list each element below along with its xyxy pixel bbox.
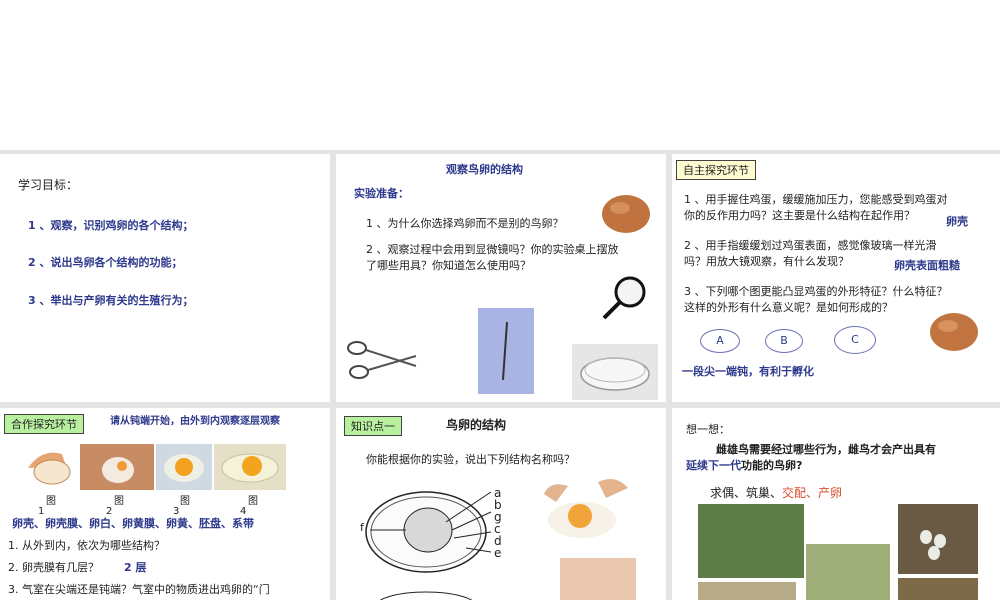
prep-label: 实验准备： — [354, 187, 409, 200]
scissors-image — [347, 341, 417, 379]
slide-observe-egg[interactable]: 观察鸟卵的结构 实验准备： 1 、为什么你选择鸡卵而不是别的鸟卵？ 2 、观察过… — [336, 154, 666, 402]
slide-cooperative-explore[interactable]: 合作探究环节 请从钝端开始，由外到内观察逐层观察 图 图 图 图 1 2 3 4… — [0, 408, 330, 600]
question-2-line2: 吗？用放大镜观察，有什么发现？ — [684, 255, 849, 268]
question-line1: 雌雄鸟需要经过哪些行为，雌鸟才会产出具有 — [716, 443, 936, 456]
peacock-photo — [698, 504, 804, 578]
slide-title: 观察鸟卵的结构 — [446, 163, 523, 176]
question-1: 1 、为什么你选择鸡卵而不是别的鸟卵？ — [366, 217, 564, 230]
question-1-line1: 1 、用手握住鸡蛋，缓缓施加压力，您能感受到鸡蛋对 — [684, 193, 948, 206]
option-c[interactable]: C — [834, 326, 876, 354]
option-b[interactable]: B — [765, 329, 803, 353]
egg-structure-diagram — [365, 491, 492, 600]
answer-2: 卵壳表面粗糙 — [894, 259, 960, 272]
objective-2: 2 、说出鸟卵各个结构的功能； — [28, 256, 183, 269]
question-line2: 延续下一代功能的鸟卵? — [686, 458, 802, 475]
question-3-line1: 3 、下列哪个图更能凸显鸡蛋的外形特征？什么特征？ — [684, 285, 948, 298]
magnifier-image — [602, 276, 646, 320]
diagram-label-e: e — [494, 546, 502, 560]
feeding-bird-photo — [898, 578, 978, 600]
question-2-line1: 2 、用手指缓缓划过鸡蛋表面，感觉像玻璃一样光滑 — [684, 239, 937, 252]
answer-1: 卵壳 — [946, 215, 968, 228]
question-3: 3. 气室在尖端还是钝端？气室中的物质进出鸡卵的“门 — [8, 583, 270, 596]
cracked-egg-photo — [544, 479, 628, 538]
answer-3: 一段尖一端钝，有利于孵化 — [682, 365, 814, 378]
slide-title: 鸟卵的结构 — [446, 418, 507, 432]
behaviors-part1: 求偶、筑巢、 — [710, 486, 783, 500]
answer-2: 2 层 — [124, 561, 147, 574]
question-highlight: 延续下一代 — [686, 459, 741, 472]
fig-label-1: 图 — [46, 496, 56, 507]
nest-building-photo — [698, 582, 796, 600]
slide-grid: 学习目标： 1 、观察，识别鸡卵的各个结构； 2 、说出鸟卵各个结构的功能； 3… — [0, 150, 1000, 600]
egg-image — [930, 313, 978, 351]
fig-label-3: 图 — [180, 496, 190, 507]
question-2-line1: 2 、观察过程中会用到显微镜吗？你的实验桌上摆放 — [366, 243, 619, 256]
section-tag: 合作探究环节 — [4, 414, 84, 434]
egg-image — [602, 195, 650, 233]
slide-egg-structure[interactable]: 知识点一 鸟卵的结构 你能根据你的实验，说出下列结构名称吗？ f a b g c… — [336, 408, 666, 600]
option-a[interactable]: A — [700, 329, 740, 353]
question-2-line2: 了哪些用具？你知道怎么使用吗？ — [366, 259, 531, 272]
knowledge-tag: 知识点一 — [344, 416, 402, 436]
behaviors-part2: 交配、产卵 — [782, 486, 843, 500]
diagram-label-f: f — [360, 521, 364, 534]
petri-dish-image — [572, 344, 658, 400]
birds-mating-photo — [806, 544, 890, 600]
question-3-line2: 这样的外形有什么意义呢？是如何形成的？ — [684, 301, 893, 314]
objective-3: 3 、举出与产卵有关的生殖行为； — [28, 294, 194, 307]
question-1: 1. 从外到内，依次为哪些结构？ — [8, 539, 165, 552]
egg-white-yolk-image — [156, 444, 212, 490]
shell-membrane-photo — [560, 558, 636, 600]
probe-needle-image — [478, 308, 534, 394]
fig-label-2: 图 — [114, 496, 124, 507]
behaviors-text: 求偶、筑巢、交配、产卵 — [710, 484, 842, 502]
instruction-text: 请从钝端开始，由外到内观察逐层观察 — [110, 416, 280, 427]
peeling-egg-image — [80, 444, 154, 490]
slide-title: 学习目标： — [18, 178, 79, 192]
section-tag: 自主探究环节 — [676, 160, 756, 180]
slide-think[interactable]: 想一想： 雌雄鸟需要经过哪些行为，雌鸟才会产出具有 延续下一代功能的鸟卵? 求偶… — [672, 408, 1000, 600]
question-1-line2: 你的反作用力吗？这主要是什么结构在起作用？ — [684, 209, 915, 222]
nest-eggs-photo — [898, 504, 978, 574]
structure-answer: 卵壳、卵壳膜、卵白、卵黄膜、卵黄、胚盘、系带 — [12, 517, 254, 530]
cracked-egg-image — [28, 452, 71, 485]
question-tail: 功能的鸟卵? — [741, 459, 803, 472]
yolk-dish-image — [214, 444, 286, 490]
slide-self-explore[interactable]: 自主探究环节 1 、用手握住鸡蛋，缓缓施加压力，您能感受到鸡蛋对 你的反作用力吗… — [672, 154, 1000, 402]
prompt-text: 你能根据你的实验，说出下列结构名称吗？ — [366, 453, 575, 466]
slide-title: 想一想： — [686, 423, 730, 436]
question-2: 2. 卵壳膜有几层？ — [8, 561, 99, 574]
slide-learning-goals[interactable]: 学习目标： 1 、观察，识别鸡卵的各个结构； 2 、说出鸟卵各个结构的功能； 3… — [0, 154, 330, 402]
fig-label-4: 图 — [248, 496, 258, 507]
objective-1: 1 、观察，识别鸡卵的各个结构； — [28, 219, 194, 232]
